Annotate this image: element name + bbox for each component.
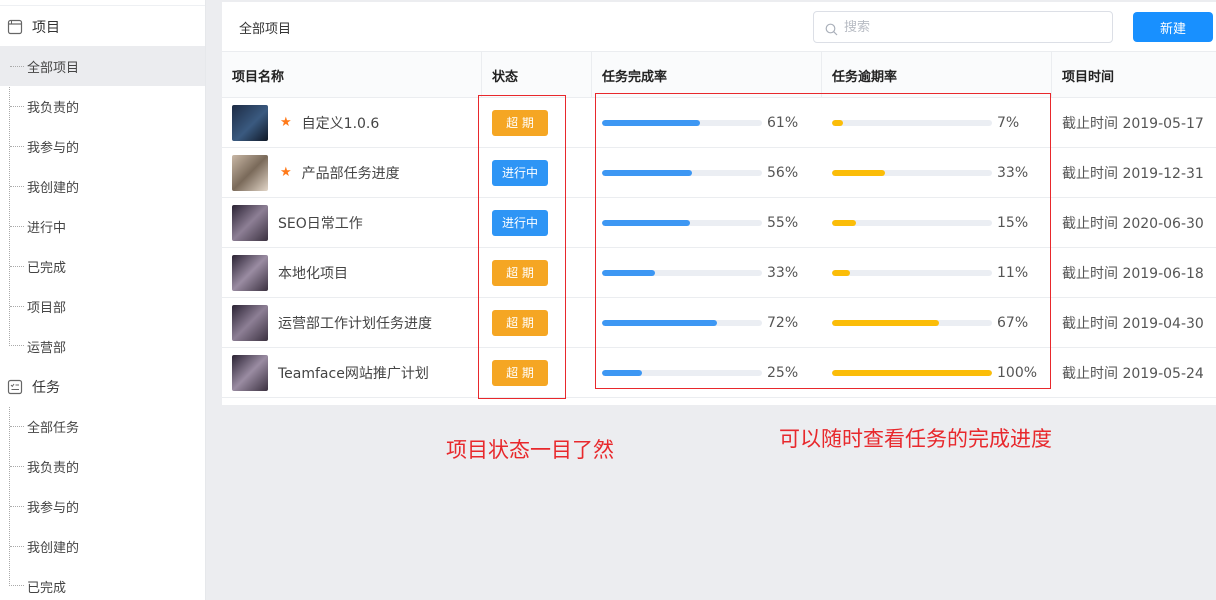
sidebar-item-operations-dept[interactable]: 运营部 <box>0 326 205 366</box>
deadline-cell: 截止时间 2019-06-18 <box>1052 248 1216 297</box>
deadline-date: 截止时间 2019-04-30 <box>1062 315 1204 332</box>
sidebar-item-label: 运营部 <box>27 340 67 356</box>
sidebar-item-task-completed[interactable]: 已完成 <box>0 566 205 600</box>
sidebar-group-projects[interactable]: 项目 <box>0 7 205 47</box>
project-name-cell[interactable]: Teamface网站推广计划 <box>222 348 482 397</box>
sidebar-item-label: 我创建的 <box>27 540 80 556</box>
column-header-overdue[interactable]: 任务逾期率 <box>822 52 1052 98</box>
search-input[interactable] <box>844 19 1084 35</box>
sidebar-item-project-dept[interactable]: 项目部 <box>0 286 205 326</box>
deadline-date: 截止时间 2019-05-24 <box>1062 365 1204 382</box>
sidebar: 项目 全部项目 我负责的 我参与的 我创建的 进行中 已完成 项目部 运营部 任… <box>0 0 206 600</box>
project-name-cell[interactable]: ★ 自定义1.0.6 <box>222 98 482 147</box>
deadline-cell: 截止时间 2020-06-30 <box>1052 198 1216 247</box>
table-header: 项目名称 状态 任务完成率 任务逾期率 项目时间 <box>222 52 1216 98</box>
sidebar-item-task-participated[interactable]: 我参与的 <box>0 486 205 526</box>
project-name-cell[interactable]: SEO日常工作 <box>222 198 482 247</box>
window-icon <box>7 19 23 35</box>
deadline-date: 截止时间 2019-12-31 <box>1062 165 1204 182</box>
sidebar-item-label: 我创建的 <box>27 180 80 196</box>
progress-highlight-box <box>595 93 1051 389</box>
deadline-cell: 截止时间 2019-05-17 <box>1052 98 1216 147</box>
sidebar-item-all-tasks[interactable]: 全部任务 <box>0 406 205 446</box>
project-name[interactable]: 自定义1.0.6 <box>302 113 380 133</box>
project-thumbnail <box>232 304 268 341</box>
project-name[interactable]: 本地化项目 <box>278 263 348 283</box>
column-header-name[interactable]: 项目名称 <box>222 52 482 98</box>
status-annotation: 项目状态一目了然 <box>446 438 614 462</box>
sidebar-item-my-responsible[interactable]: 我负责的 <box>0 86 205 126</box>
project-thumbnail <box>232 104 268 141</box>
project-name-cell[interactable]: ★ 产品部任务进度 <box>222 148 482 197</box>
search-box[interactable] <box>813 11 1113 43</box>
deadline-date: 截止时间 2020-06-30 <box>1062 215 1204 232</box>
toolbar: 全部项目 新建 <box>222 2 1216 52</box>
sidebar-item-completed[interactable]: 已完成 <box>0 246 205 286</box>
sidebar-group-label: 任务 <box>32 380 60 396</box>
sidebar-group-label: 项目 <box>32 20 60 36</box>
search-icon <box>825 21 838 35</box>
star-icon[interactable]: ★ <box>280 115 292 130</box>
sidebar-group-tasks[interactable]: 任务 <box>0 367 205 407</box>
sidebar-item-label: 项目部 <box>27 300 67 316</box>
sidebar-item-label: 我参与的 <box>27 140 80 156</box>
project-thumbnail <box>232 254 268 291</box>
project-name[interactable]: SEO日常工作 <box>278 213 363 233</box>
project-name[interactable]: 产品部任务进度 <box>302 163 400 183</box>
sidebar-item-in-progress[interactable]: 进行中 <box>0 206 205 246</box>
sidebar-item-label: 全部任务 <box>27 420 80 436</box>
deadline-date: 截止时间 2019-05-17 <box>1062 115 1204 132</box>
column-header-status[interactable]: 状态 <box>482 52 592 98</box>
sidebar-top-divider <box>0 5 205 6</box>
project-thumbnail <box>232 354 268 391</box>
sidebar-item-all-projects[interactable]: 全部项目 <box>0 46 205 86</box>
sidebar-item-my-created[interactable]: 我创建的 <box>0 166 205 206</box>
page-title: 全部项目 <box>239 22 292 37</box>
sidebar-item-task-responsible[interactable]: 我负责的 <box>0 446 205 486</box>
sidebar-item-label: 全部项目 <box>27 60 80 76</box>
deadline-cell: 截止时间 2019-12-31 <box>1052 148 1216 197</box>
project-name-cell[interactable]: 本地化项目 <box>222 248 482 297</box>
new-button[interactable]: 新建 <box>1133 12 1213 42</box>
sidebar-item-my-participated[interactable]: 我参与的 <box>0 126 205 166</box>
deadline-cell: 截止时间 2019-05-24 <box>1052 348 1216 397</box>
task-list-icon <box>7 379 23 395</box>
project-name[interactable]: 运营部工作计划任务进度 <box>278 313 432 333</box>
star-icon[interactable]: ★ <box>280 165 292 180</box>
column-header-completion[interactable]: 任务完成率 <box>592 52 822 98</box>
sidebar-item-label: 我负责的 <box>27 100 80 116</box>
sidebar-item-label: 我参与的 <box>27 500 80 516</box>
project-thumbnail <box>232 154 268 191</box>
project-thumbnail <box>232 204 268 241</box>
project-name-cell[interactable]: 运营部工作计划任务进度 <box>222 298 482 347</box>
deadline-date: 截止时间 2019-06-18 <box>1062 265 1204 282</box>
sidebar-item-label: 已完成 <box>27 260 67 276</box>
status-highlight-box <box>478 95 566 399</box>
progress-annotation: 可以随时查看任务的完成进度 <box>779 427 1052 451</box>
sidebar-item-label: 已完成 <box>27 580 67 596</box>
sidebar-item-label: 我负责的 <box>27 460 80 476</box>
project-name[interactable]: Teamface网站推广计划 <box>278 363 429 383</box>
column-header-time[interactable]: 项目时间 <box>1052 52 1216 98</box>
sidebar-item-task-created[interactable]: 我创建的 <box>0 526 205 566</box>
deadline-cell: 截止时间 2019-04-30 <box>1052 298 1216 347</box>
sidebar-item-label: 进行中 <box>27 220 67 236</box>
